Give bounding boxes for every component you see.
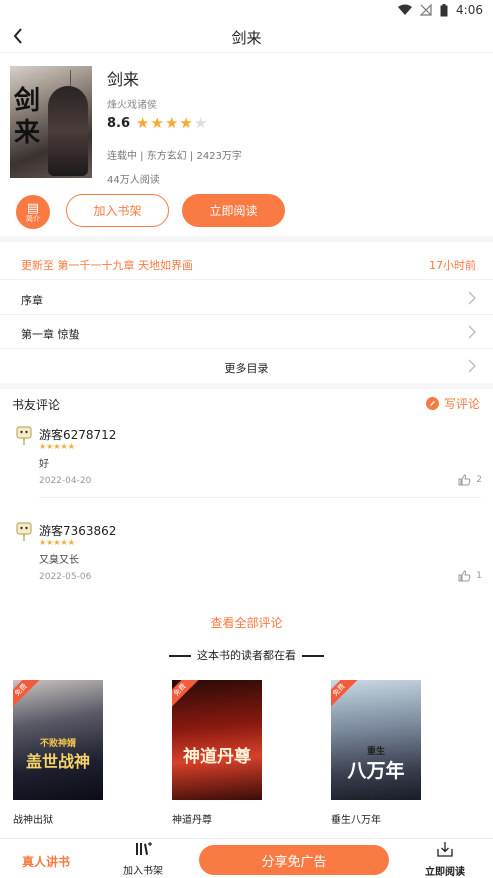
bottom-read-now-label: 立即阅读 <box>425 867 465 878</box>
signal-icon <box>420 4 432 16</box>
also-reading-header: 这本书的读者都在看 <box>0 647 493 663</box>
status-time: 4:06 <box>456 3 483 17</box>
status-icons: 4:06 <box>398 3 483 17</box>
latest-update-row[interactable]: 更新至 第一千一十九章 天地如界画 17小时前 <box>0 247 493 280</box>
bottom-add-shelf-label: 加入书架 <box>123 866 163 877</box>
rating-stars: ★ ★ ★ ★ ★ <box>136 116 207 131</box>
chapter-label: 第一章 惊蛰 <box>21 328 80 341</box>
reviews-header: 书友评论 写评论 <box>0 394 493 414</box>
star-icon: ★ <box>164 114 179 132</box>
recommended-book-title: 神道丹尊 <box>172 815 212 826</box>
review-date: 2022-05-06 <box>39 572 92 582</box>
recommended-book-title: 垂生八万年 <box>331 815 381 826</box>
action-row: ▤ 简介 加入书架 立即阅读 <box>0 193 493 233</box>
bookshelf-add-icon <box>136 842 152 855</box>
book-readers: 44万人阅读 <box>107 175 160 186</box>
more-catalog-label: 更多目录 <box>224 362 269 375</box>
book-cover[interactable]: 剑 来 <box>10 66 92 178</box>
add-shelf-button[interactable]: 加入书架 <box>66 194 169 227</box>
share-ad-free-button[interactable]: 分享免广告 <box>199 845 389 875</box>
review-divider <box>39 497 481 498</box>
tts-button[interactable]: 真人讲书 <box>22 853 70 870</box>
intro-label: 简介 <box>26 214 40 223</box>
avatar-icon <box>16 522 32 541</box>
free-badge: 免费 <box>331 680 359 710</box>
chapter-row[interactable]: 第一章 惊蛰 <box>0 315 493 349</box>
chapter-row[interactable]: 序章 <box>0 281 493 315</box>
pen-icon <box>425 397 439 410</box>
see-all-reviews-link[interactable]: 查看全部评论 <box>0 614 493 631</box>
book-title: 剑来 <box>107 70 140 89</box>
review-item: 游客6278712 ★ ★ ★ ★ ★ 好 2022-04-20 2 <box>0 424 493 504</box>
review-user: 游客6278712 <box>39 428 117 442</box>
also-reading-title: 这本书的读者都在看 <box>197 649 296 662</box>
download-icon <box>437 842 453 857</box>
rating-row: 8.6 ★ ★ ★ ★ ★ <box>107 116 207 132</box>
review-date: 2022-04-20 <box>39 476 92 486</box>
star-icon: ★ <box>150 114 164 132</box>
star-icon: ★ <box>179 114 193 132</box>
free-badge: 免费 <box>172 680 200 710</box>
recommended-book-cover: 重生 八万年 免费 <box>331 680 421 800</box>
avatar-icon <box>16 426 32 445</box>
thumbs-up-icon <box>458 474 471 486</box>
review-item: 游客7363862 ★ ★ ★ ★ ★ 又臭又长 2022-05-06 1 <box>0 520 493 600</box>
nav-bar: 剑来 <box>0 20 493 53</box>
cover-title: 神道丹尊 <box>183 747 251 767</box>
latest-update-text: 更新至 第一千一十九章 天地如界画 <box>21 259 193 272</box>
reviews-title: 书友评论 <box>12 398 61 412</box>
book-info: 剑 来 剑来 烽火戏诸侯 8.6 ★ ★ ★ ★ ★ 连载中 | 东方玄幻 | 2423… <box>0 63 493 188</box>
status-bar: 4:06 <box>0 0 493 20</box>
star-icon: ★ <box>193 114 208 132</box>
header-dash <box>169 655 191 657</box>
recommended-book-cover: 神道丹尊 免费 <box>172 680 262 800</box>
book-icon: ▤ <box>26 200 40 216</box>
like-count: 1 <box>476 571 482 581</box>
battery-icon <box>440 3 448 16</box>
review-text: 好 <box>39 459 49 470</box>
intro-button[interactable]: ▤ 简介 <box>16 195 50 229</box>
review-stars: ★ ★ ★ ★ ★ <box>39 442 75 451</box>
thumbs-up-icon <box>458 570 471 582</box>
book-author[interactable]: 烽火戏诸侯 <box>107 96 157 111</box>
chevron-right-icon <box>468 359 476 373</box>
read-now-button[interactable]: 立即阅读 <box>182 194 285 227</box>
like-button[interactable]: 1 <box>458 570 482 582</box>
recommended-book-cover: 不败神婿 盖世战神 免费 <box>13 680 103 800</box>
chevron-right-icon <box>468 325 476 339</box>
write-review-label: 写评论 <box>443 397 480 411</box>
like-button[interactable]: 2 <box>458 474 482 486</box>
bottom-action-bar: 真人讲书 加入书架 分享免广告 立即阅读 <box>0 838 493 878</box>
review-stars: ★ ★ ★ ★ ★ <box>39 538 75 547</box>
like-count: 2 <box>476 475 482 485</box>
section-divider <box>0 383 493 389</box>
bottom-add-shelf-button[interactable]: 加入书架 <box>120 841 166 877</box>
chevron-right-icon <box>468 291 476 305</box>
review-user: 游客7363862 <box>39 524 117 538</box>
header-dash <box>302 655 324 657</box>
free-badge: 免费 <box>13 680 41 710</box>
review-text: 又臭又长 <box>39 555 79 566</box>
section-divider <box>0 236 493 242</box>
cover-figure <box>48 86 88 176</box>
chapter-label: 序章 <box>21 294 43 307</box>
page-title: 剑来 <box>231 29 262 47</box>
more-catalog-row[interactable]: 更多目录 <box>0 349 493 383</box>
cover-title: 八万年 <box>347 760 405 782</box>
star-icon: ★ <box>136 114 150 132</box>
bottom-read-now-button[interactable]: 立即阅读 <box>420 841 470 878</box>
book-meta: 连载中 | 东方玄幻 | 2423万字 <box>107 151 242 162</box>
write-review-button[interactable]: 写评论 <box>425 395 480 412</box>
cover-title: 盖世战神 <box>25 752 90 771</box>
latest-update-time: 17小时前 <box>429 259 476 272</box>
cover-title-char-2: 来 <box>14 118 41 148</box>
recommended-book-title: 战神出狱 <box>13 815 53 826</box>
wifi-icon <box>398 4 413 15</box>
rating-score: 8.6 <box>107 116 131 131</box>
